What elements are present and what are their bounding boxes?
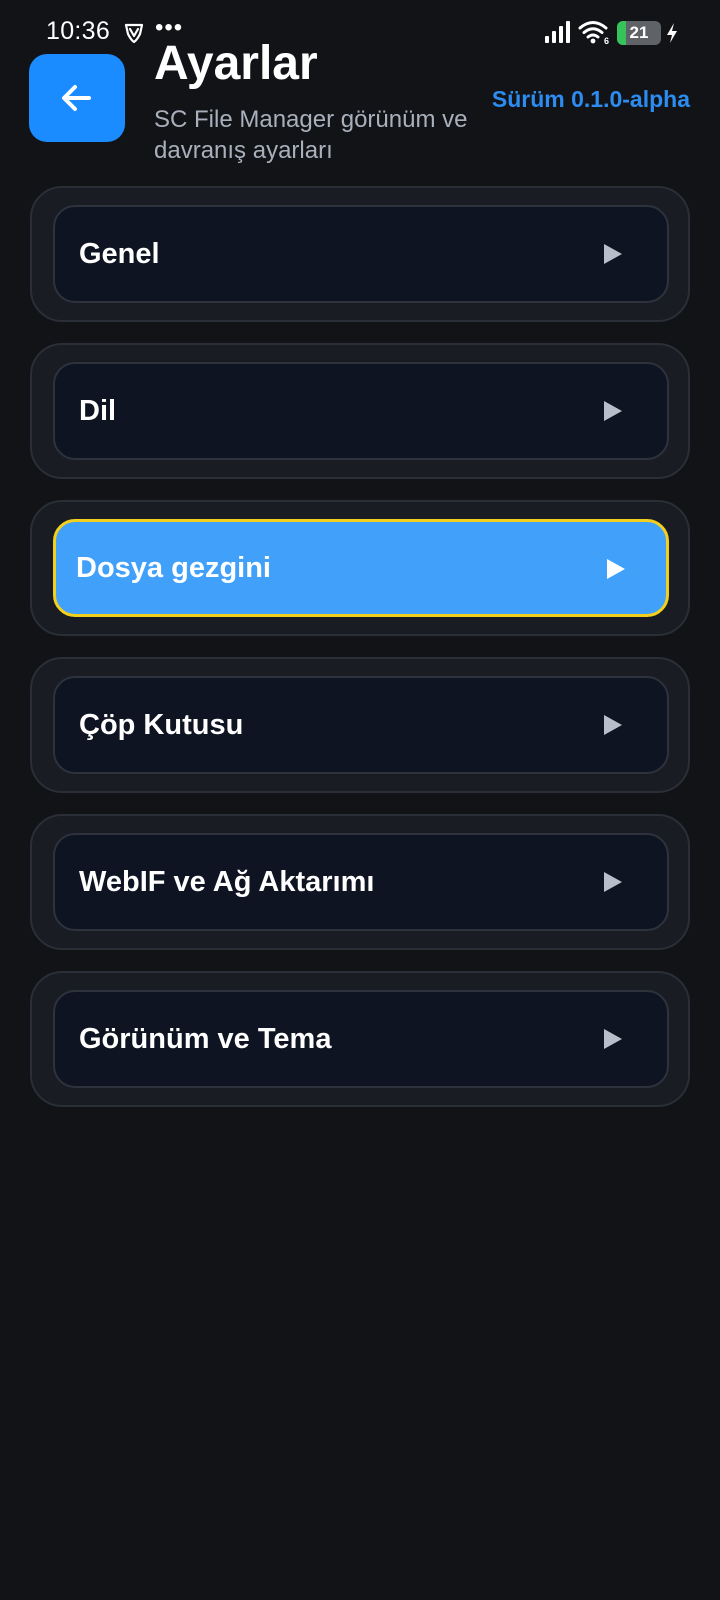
settings-card-language: Dil <box>30 343 690 479</box>
settings-card-webif: WebIF ve Ağ Aktarımı <box>30 814 690 950</box>
status-time: 10:36 <box>46 17 111 45</box>
settings-item-label: Genel <box>79 238 160 270</box>
wifi-badge: 6 <box>604 36 609 45</box>
charging-bolt-icon <box>667 23 677 43</box>
settings-item-label: WebIF ve Ağ Aktarımı <box>79 866 375 898</box>
battery-level: 21 <box>629 23 649 42</box>
version-label: Sürüm 0.1.0-alpha <box>491 86 690 112</box>
settings-item-trash[interactable]: Çöp Kutusu <box>53 676 669 774</box>
settings-list: Genel Dil Dosya gezgini Çöp Kutusu WebIF… <box>30 186 690 1128</box>
settings-item-label: Çöp Kutusu <box>79 709 244 741</box>
settings-card-file-explorer: Dosya gezgini <box>30 500 690 636</box>
wifi-icon: 6 <box>578 21 609 45</box>
settings-item-language[interactable]: Dil <box>53 362 669 460</box>
settings-item-label: Görünüm ve Tema <box>79 1023 332 1055</box>
settings-item-label: Dosya gezgini <box>76 552 271 584</box>
settings-item-file-explorer[interactable]: Dosya gezgini <box>53 519 669 617</box>
settings-card-trash: Çöp Kutusu <box>30 657 690 793</box>
play-arrow-icon <box>607 559 625 579</box>
settings-screen: 10:36 ••• 6 21 Ayarlar SC File Manager g… <box>0 0 720 1600</box>
play-arrow-icon <box>604 244 622 264</box>
settings-item-webif[interactable]: WebIF ve Ağ Aktarımı <box>53 833 669 931</box>
arrow-left-icon <box>62 85 91 111</box>
settings-item-label: Dil <box>79 395 117 427</box>
settings-card-general: Genel <box>30 186 690 322</box>
page-title: Ayarlar <box>154 37 318 90</box>
play-arrow-icon <box>604 872 622 892</box>
back-button[interactable] <box>29 54 125 142</box>
settings-card-appearance: Görünüm ve Tema <box>30 971 690 1107</box>
settings-item-appearance[interactable]: Görünüm ve Tema <box>53 990 669 1088</box>
play-arrow-icon <box>604 401 622 421</box>
play-arrow-icon <box>604 1029 622 1049</box>
cellular-signal-icon <box>545 21 570 43</box>
play-arrow-icon <box>604 715 622 735</box>
battery-indicator: 21 <box>617 21 661 45</box>
page-subtitle: SC File Manager görünüm ve davranış ayar… <box>154 106 468 164</box>
settings-item-general[interactable]: Genel <box>53 205 669 303</box>
vpn-shield-icon <box>124 23 144 44</box>
